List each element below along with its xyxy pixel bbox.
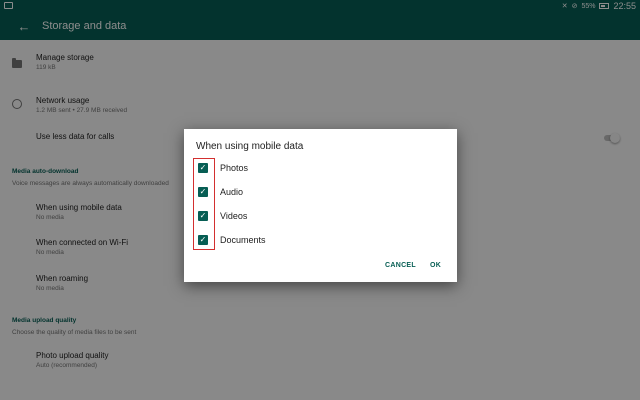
option-audio[interactable]: ✓ Audio	[196, 183, 436, 201]
videos-label: Videos	[220, 211, 248, 221]
photos-label: Photos	[220, 163, 249, 173]
dialog-title: When using mobile data	[196, 141, 304, 152]
option-videos[interactable]: ✓ Videos	[196, 207, 436, 225]
documents-label: Documents	[220, 235, 266, 245]
cancel-button[interactable]: CANCEL	[385, 262, 416, 269]
ok-button[interactable]: OK	[430, 262, 441, 269]
mobile-data-dialog: When using mobile data ✓ Photos ✓ Audio …	[184, 129, 457, 282]
option-photos[interactable]: ✓ Photos	[196, 159, 436, 177]
option-documents[interactable]: ✓ Documents	[196, 231, 436, 249]
audio-label: Audio	[220, 187, 244, 197]
checkbox-highlight-box	[193, 158, 215, 250]
